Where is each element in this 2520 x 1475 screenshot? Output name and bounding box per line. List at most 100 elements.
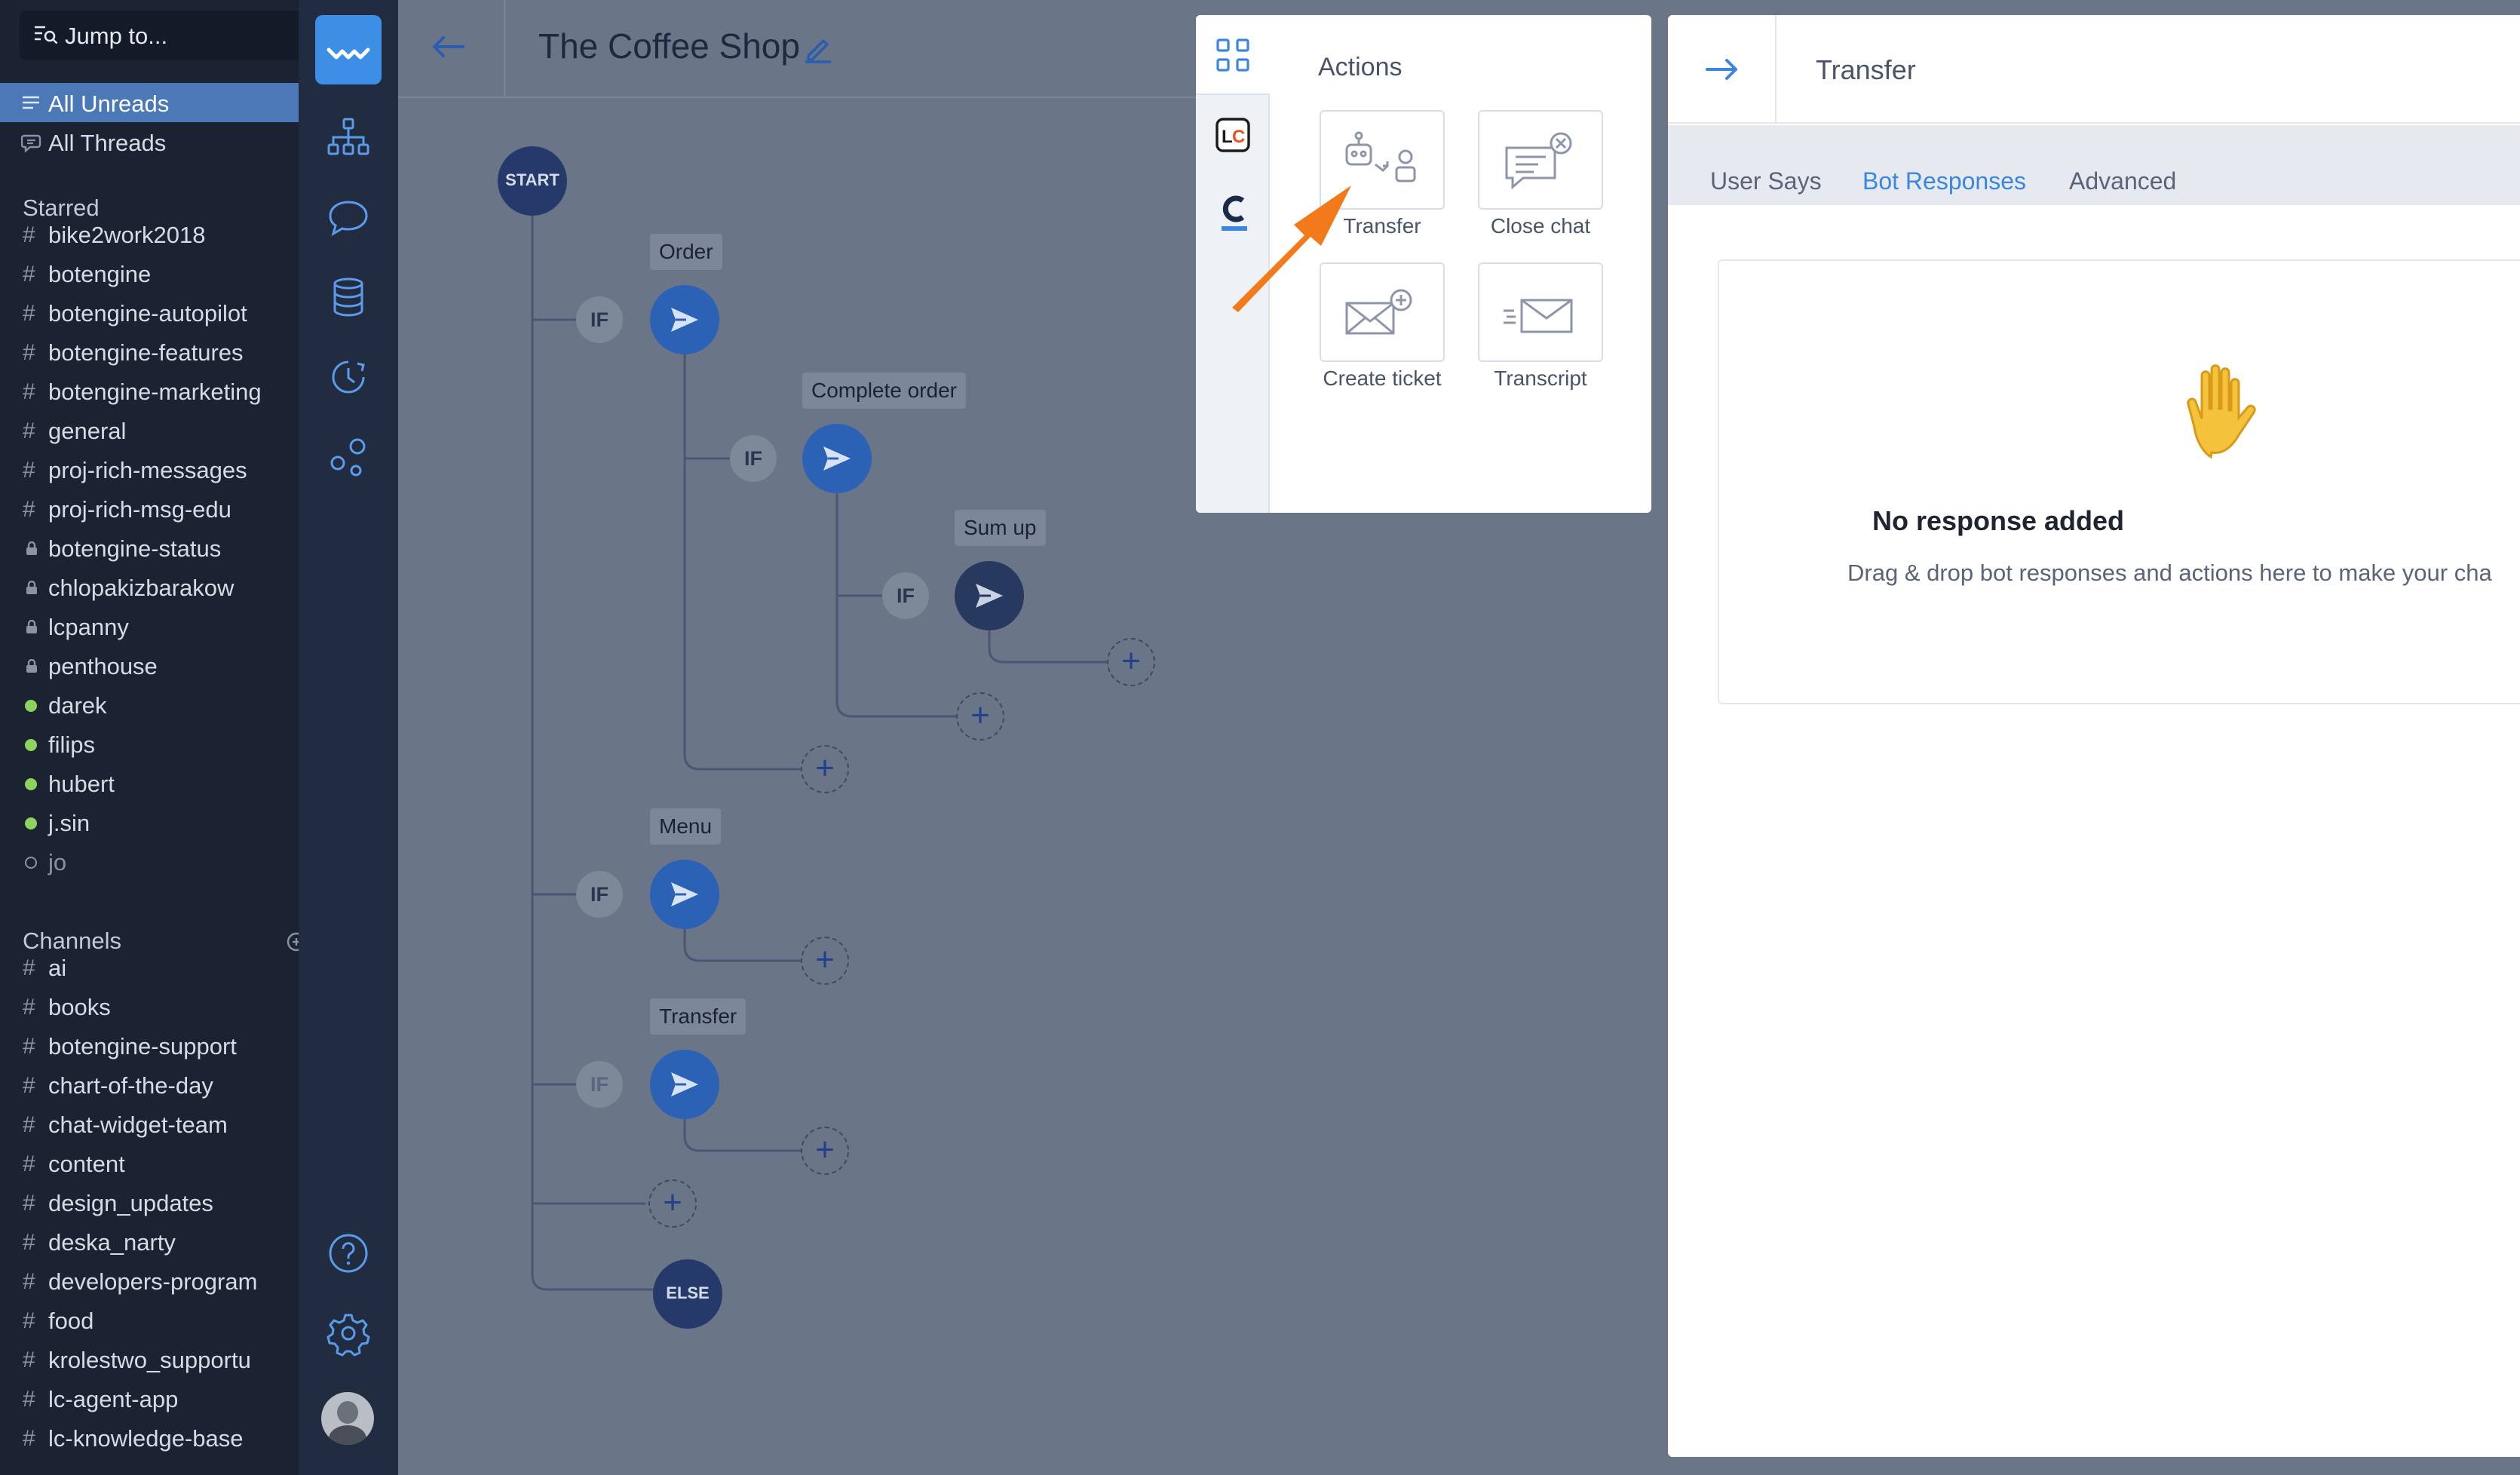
if-condition-complete-order[interactable]: IF [730, 435, 777, 482]
logo-wave-icon[interactable] [315, 15, 382, 84]
sidebar-item-books[interactable]: # books [0, 986, 299, 1026]
help-icon[interactable] [324, 1229, 372, 1277]
action-card-label: Close chat [1490, 214, 1591, 238]
action-card-transcript[interactable] [1478, 262, 1603, 362]
sidebar-item-lc-agent-app[interactable]: # lc-agent-app [0, 1378, 299, 1418]
sidebar-item-label: darek [48, 692, 107, 719]
response-node-transfer[interactable] [650, 1050, 719, 1119]
sidebar-item-proj-rich-msg-edu[interactable]: # proj-rich-msg-edu [0, 489, 299, 528]
sidebar-item-label: jo [48, 849, 67, 875]
settings-gear-icon[interactable] [324, 1309, 372, 1357]
sidebar-item-chat-widget-team[interactable]: # chat-widget-team [0, 1104, 299, 1143]
sidebar-item-food[interactable]: # food [0, 1300, 299, 1339]
sidebar-item-krolestwo-supportu[interactable]: # krolestwo_supportu [0, 1339, 299, 1378]
database-icon[interactable] [324, 273, 372, 321]
sidebar-item-botengine-autopilot[interactable]: # botengine-autopilot [0, 293, 299, 332]
sidebar-item-hubert[interactable]: hubert [0, 763, 299, 802]
tab-actions-grid[interactable] [1196, 15, 1270, 94]
response-node-order[interactable] [650, 285, 719, 354]
sidebar-item-chlopakizbarakow[interactable]: chlopakizbarakow [0, 567, 299, 606]
chat-bubble-icon[interactable] [324, 193, 372, 241]
close-chat-icon [1505, 132, 1572, 190]
sidebar-item-botengine-features[interactable]: # botengine-features [0, 332, 299, 371]
unreads-icon [23, 96, 39, 109]
if-condition-transfer[interactable]: IF [576, 1061, 623, 1108]
add-node-button[interactable]: + [648, 1179, 697, 1228]
sidebar-item-label: developers-program [48, 1268, 258, 1295]
hash-icon: # [23, 222, 35, 247]
add-node-button[interactable]: + [801, 937, 849, 985]
sidebar-item-lc-knowledge-base[interactable]: # lc-knowledge-base [0, 1418, 299, 1457]
history-clock-icon[interactable] [324, 353, 372, 401]
if-condition-sum-up[interactable]: IF [882, 572, 929, 619]
tab-livechat[interactable]: LC [1196, 95, 1270, 173]
sidebar-item-design-updates[interactable]: # design_updates [0, 1182, 299, 1222]
sidebar-item-deska-narty[interactable]: # deska_narty [0, 1222, 299, 1261]
sidebar-item-penthouse[interactable]: penthouse [0, 646, 299, 685]
add-node-button[interactable]: + [801, 1127, 849, 1175]
presence-online-icon [25, 817, 37, 829]
send-icon [671, 1072, 698, 1096]
response-node-sum-up[interactable] [955, 561, 1024, 630]
sidebar-item-botengine-support[interactable]: # botengine-support [0, 1026, 299, 1065]
sidebar-item-label: proj-rich-messages [48, 457, 247, 483]
node-label-transfer: Transfer [650, 998, 746, 1035]
send-icon [823, 446, 851, 471]
sidebar-item-label: botengine-status [48, 535, 222, 562]
sidebar-item-label: lc-agent-app [48, 1386, 179, 1412]
hash-icon: # [23, 1230, 35, 1255]
integrations-icon[interactable] [324, 433, 372, 481]
sidebar-item-filips[interactable]: filips [0, 724, 299, 763]
slack-sidebar: Jump to... All Unreads All Threads Starr… [0, 0, 302, 1475]
start-node[interactable]: START [498, 146, 567, 216]
sidebar-item-ai[interactable]: # ai [0, 947, 299, 986]
sidebar-item-botengine-status[interactable]: botengine-status [0, 528, 299, 567]
sidebar-item-label: botengine-autopilot [48, 300, 247, 327]
user-avatar[interactable] [321, 1392, 374, 1445]
sidebar-item-general[interactable]: # general [0, 410, 299, 449]
bot-responses-dropzone[interactable]: No response added Drag & drop bot respon… [1718, 259, 2520, 704]
tab-user-says[interactable]: User Says [1710, 167, 1822, 195]
sidebar-item-label: botengine-marketing [48, 379, 262, 405]
add-node-button[interactable]: + [956, 692, 1004, 741]
if-condition-menu[interactable]: IF [576, 871, 623, 918]
response-node-complete-order[interactable] [802, 424, 872, 493]
sidebar-item-botengine[interactable]: # botengine [0, 253, 299, 293]
sidebar-item-j-sin[interactable]: j.sin [0, 802, 299, 842]
sidebar-item-label: All Unreads [48, 90, 170, 117]
jump-to-search[interactable]: Jump to... [20, 11, 299, 60]
action-card-label: Create ticket [1323, 366, 1442, 390]
action-card-close-chat[interactable] [1478, 110, 1603, 210]
sidebar-item-label: botengine-features [48, 339, 244, 366]
sidebar-item-darek[interactable]: darek [0, 685, 299, 724]
raised-hand-emoji [2187, 364, 2256, 459]
story-tree-icon[interactable] [324, 113, 372, 161]
else-node[interactable]: ELSE [653, 1259, 722, 1329]
tab-bot-responses[interactable]: Bot Responses [1862, 167, 2026, 195]
sidebar-item-developers-program[interactable]: # developers-program [0, 1261, 299, 1300]
sidebar-item-content[interactable]: # content [0, 1143, 299, 1182]
if-condition-order[interactable]: IF [576, 296, 623, 343]
response-node-menu[interactable] [650, 860, 719, 929]
node-label-order: Order [650, 234, 722, 270]
sidebar-item-all-unreads[interactable]: All Unreads [0, 83, 299, 122]
hash-icon: # [23, 1034, 35, 1059]
sidebar-item-botengine-marketing[interactable]: # botengine-marketing [0, 371, 299, 410]
grid-icon [1216, 38, 1249, 72]
lock-icon [26, 620, 37, 633]
sidebar-item-bike2work2018[interactable]: # bike2work2018 [0, 214, 299, 253]
add-node-button[interactable]: + [1107, 638, 1155, 686]
sidebar-item-all-threads[interactable]: All Threads [0, 122, 299, 161]
sidebar-item-chart-of-the-day[interactable]: # chart-of-the-day [0, 1065, 299, 1104]
sidebar-item-jo[interactable]: jo [0, 842, 299, 881]
transfer-panel-header: Transfer [1668, 15, 2520, 124]
lock-icon [26, 581, 37, 594]
add-node-button[interactable]: + [801, 745, 849, 793]
hash-icon: # [23, 419, 35, 443]
sidebar-item-lcpanny[interactable]: lcpanny [0, 606, 299, 646]
forward-arrow-icon[interactable] [1704, 56, 1740, 83]
hash-icon: # [23, 1426, 35, 1451]
sidebar-item-proj-rich-messages[interactable]: # proj-rich-messages [0, 449, 299, 489]
sidebar-item-label: proj-rich-msg-edu [48, 496, 231, 523]
tab-advanced[interactable]: Advanced [2069, 167, 2176, 195]
